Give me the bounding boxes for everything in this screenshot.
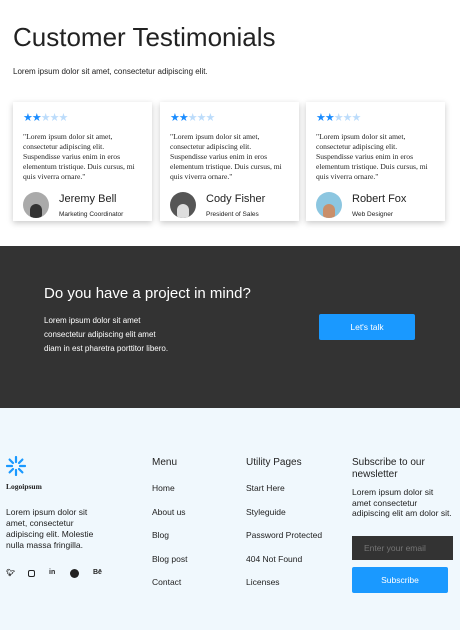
star-rating: ★★★★★ [23,112,68,124]
page-subtitle: Lorem ipsum dolor sit amet, consectetur … [13,67,208,76]
newsletter-text: Lorem ipsum dolor sit amet consectetur a… [352,487,452,518]
avatar [23,192,49,218]
logo[interactable]: Logoipsum [5,455,42,491]
testimonial-quote: "Lorem ipsum dolor sit amet, consectetur… [170,132,282,181]
person-name: Cody Fisher [206,192,266,205]
page-title: Customer Testimonials [13,22,276,52]
subscribe-button[interactable]: Subscribe [352,567,448,593]
avatar [316,192,342,218]
instagram-icon[interactable] [28,570,35,577]
whatsapp-icon[interactable] [70,569,79,578]
testimonial-card: ★★★★★ "Lorem ipsum dolor sit amet, conse… [160,102,299,221]
linkedin-icon[interactable]: in [49,569,55,576]
testimonial-quote: "Lorem ipsum dolor sit amet, consectetur… [316,132,428,181]
star-rating: ★★★★★ [316,112,361,124]
menu-link-home[interactable]: Home [152,483,187,493]
person-name: Robert Fox [352,192,407,205]
person-role: Marketing Coordinator [59,210,124,218]
footer-newsletter: Subscribe to our newsletter Lorem ipsum … [352,457,452,519]
cta-section: Do you have a project in mind? Lorem ips… [0,246,460,408]
menu-link-about[interactable]: About us [152,507,187,517]
menu-title: Menu [152,457,178,468]
avatar [170,192,196,218]
person-name: Jeremy Bell [59,192,117,205]
newsletter-title: Subscribe to our newsletter [352,457,425,480]
logo-icon [5,455,27,477]
person-role: President of Sales [206,210,259,218]
utility-link-start[interactable]: Start Here [246,483,322,493]
utility-link-licenses[interactable]: Licenses [246,577,322,587]
twitter-icon[interactable]: 🐦︎ [6,569,15,577]
testimonial-card: ★★★★★ "Lorem ipsum dolor sit amet, conse… [13,102,152,221]
footer-utility: Utility Pages Start Here Styleguide Pass… [246,457,322,601]
testimonial-card: ★★★★★ "Lorem ipsum dolor sit amet, conse… [306,102,445,221]
utility-link-password[interactable]: Password Protected [246,530,322,540]
behance-icon[interactable]: Bē [93,569,102,576]
logo-text: Logoipsum [6,482,42,491]
star-rating: ★★★★★ [170,112,215,124]
cta-title: Do you have a project in mind? [44,285,251,302]
utility-link-styleguide[interactable]: Styleguide [246,507,322,517]
lets-talk-button[interactable]: Let's talk [319,314,415,340]
email-input[interactable] [352,536,453,560]
menu-link-blog-post[interactable]: Blog post [152,554,187,564]
utility-link-404[interactable]: 404 Not Found [246,554,322,564]
testimonial-quote: "Lorem ipsum dolor sit amet, consectetur… [23,132,135,181]
footer-menu: Menu Home About us Blog Blog post Contac… [152,457,187,601]
person-role: Web Designer [352,210,394,218]
cta-text: Lorem ipsum dolor sit amet consectetur a… [44,316,169,353]
utility-title: Utility Pages [246,457,302,468]
menu-link-blog[interactable]: Blog [152,530,187,540]
footer-about: Lorem ipsum dolor sit amet, consectetur … [6,507,94,550]
menu-link-contact[interactable]: Contact [152,577,187,587]
